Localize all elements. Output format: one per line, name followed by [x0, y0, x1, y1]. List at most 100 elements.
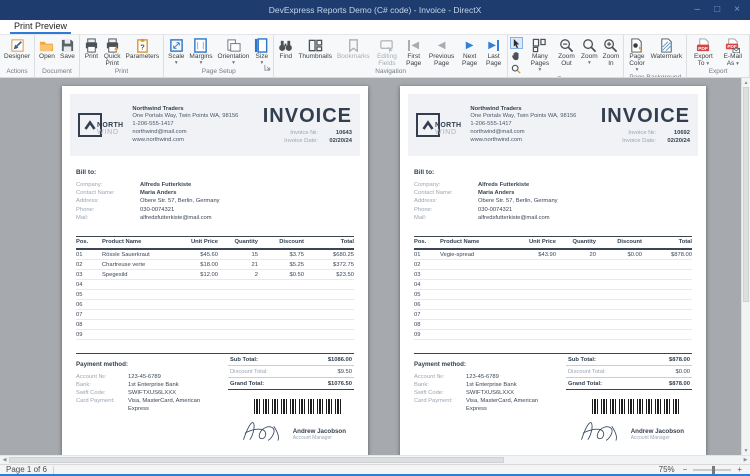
- company-website: www.northwind.com: [132, 137, 238, 145]
- cell-pos: 05: [76, 292, 102, 298]
- page-color-icon: [629, 37, 644, 53]
- designer-button[interactable]: Designer: [2, 36, 32, 60]
- scale-button[interactable]: Scale ▾: [166, 36, 186, 66]
- ribbon-group-document: Open Save Document: [35, 35, 80, 77]
- chevron-down-icon: ▾: [260, 61, 263, 66]
- signature-area: Andrew Jacobson Account Manager: [228, 415, 346, 443]
- thumbnails-button[interactable]: Thumbnails: [296, 36, 334, 60]
- zoom-button[interactable]: Zoom ▾: [579, 36, 600, 66]
- previous-page-button[interactable]: ◀ Previous Page: [426, 36, 457, 67]
- scroll-down-icon[interactable]: ▼: [742, 446, 750, 455]
- billto-company: Alfreds Futterkiste: [478, 181, 529, 189]
- zoom-decrease-button[interactable]: −: [681, 465, 690, 474]
- cursor-icon: [512, 38, 521, 49]
- first-page-button[interactable]: ◀ First Page: [402, 36, 425, 67]
- invoice-table-body: 01Vegie-spread$43.9020$0.00$878.00020304…: [414, 250, 692, 340]
- magnifier-tool-button[interactable]: [510, 63, 523, 75]
- open-button[interactable]: Open: [37, 36, 57, 60]
- cell-pos: 06: [414, 302, 440, 308]
- save-button[interactable]: Save: [58, 36, 77, 60]
- parameters-button[interactable]: ? Parameters: [124, 36, 162, 60]
- table-row: 01Vegie-spread$43.9020$0.00$878.00: [414, 250, 692, 260]
- billto-company: Alfreds Futterkiste: [140, 181, 191, 189]
- status-bar: Page 1 of 6 75% − +: [0, 464, 750, 476]
- invoice-bottom-section: Payment method: Account №:123-45-6789 Ba…: [76, 353, 354, 443]
- next-page-button[interactable]: ▶ Next Page: [458, 36, 481, 67]
- minimize-button[interactable]: –: [695, 5, 701, 15]
- cell-pos: 03: [76, 272, 102, 278]
- open-folder-icon: [39, 37, 54, 53]
- export-to-button[interactable]: PDF Export To ▾: [689, 36, 717, 67]
- page-color-button[interactable]: Page Color ▾: [626, 36, 647, 73]
- orientation-button[interactable]: Orientation ▾: [216, 36, 252, 66]
- designer-icon: [10, 37, 25, 53]
- hand-icon: [511, 51, 521, 61]
- many-pages-button[interactable]: Many Pages ▾: [526, 36, 554, 73]
- pointer-tool-button[interactable]: [510, 37, 523, 49]
- cell-total: $878.00: [642, 252, 692, 258]
- bookmarks-button[interactable]: Bookmarks: [335, 36, 372, 60]
- logo-text-top: NORTH: [97, 122, 123, 129]
- invoice-table-body: 01Rössle Sauerkraut$45.6015$3.75$680.250…: [76, 250, 354, 340]
- zoom-out-button[interactable]: Zoom Out: [555, 36, 578, 67]
- company-phone: 1-206-555-1417: [132, 121, 238, 129]
- table-row: 06: [414, 300, 692, 310]
- margins-button[interactable]: Margins ▾: [187, 36, 214, 66]
- zoom-tool-column: [510, 37, 523, 75]
- zoom-icon: [582, 37, 597, 53]
- company-info: Northwind Traders One Portals Way, Twin …: [132, 106, 238, 145]
- table-row: 08: [76, 320, 354, 330]
- hand-tool-button[interactable]: [510, 50, 523, 62]
- print-button[interactable]: Print: [82, 36, 101, 60]
- window-title: DevExpress Reports Demo (C# code) - Invo…: [269, 5, 482, 15]
- scale-icon: [169, 37, 184, 53]
- cell-pos: 02: [76, 262, 102, 268]
- scroll-right-icon[interactable]: ▶: [741, 456, 750, 464]
- cell-total: $680.25: [304, 252, 354, 258]
- zoom-slider-thumb[interactable]: [712, 466, 715, 474]
- scroll-up-icon[interactable]: ▲: [742, 78, 750, 87]
- find-button[interactable]: Find: [276, 36, 295, 60]
- editing-fields-icon: [379, 37, 394, 53]
- payment-bank: 1st Enterprise Bank: [128, 381, 179, 389]
- discount-total-row: Discount Total:$0.00: [566, 366, 692, 378]
- editing-fields-button[interactable]: Editing Fields: [372, 36, 401, 67]
- invoice-no-label: Invoice №:: [628, 129, 656, 137]
- document-preview-area[interactable]: NORTH WIND Northwind Traders One Portals…: [0, 78, 750, 455]
- zoom-out-icon: [559, 37, 574, 53]
- email-as-button[interactable]: PDF E-Mail As ▾: [719, 36, 747, 67]
- cell-pos: 01: [76, 252, 102, 258]
- close-button[interactable]: ×: [734, 5, 740, 15]
- tab-print-preview[interactable]: Print Preview: [10, 21, 71, 34]
- zoom-slider[interactable]: [693, 469, 731, 471]
- ribbon-group-page-setup: Scale ▾ Margins ▾ Orientation ▾ Size ▾: [164, 35, 274, 77]
- payment-card: Visa, MasterCard, American Express: [128, 397, 220, 413]
- last-page-icon: ▶: [488, 37, 499, 53]
- horizontal-scroll-thumb[interactable]: [9, 457, 504, 463]
- vertical-scroll-thumb[interactable]: [743, 87, 749, 302]
- vertical-scrollbar[interactable]: ▲ ▼: [741, 78, 750, 455]
- quick-print-button[interactable]: Quick Print: [102, 36, 123, 67]
- watermark-button[interactable]: Watermark: [649, 36, 685, 60]
- scroll-left-icon[interactable]: ◀: [0, 456, 9, 464]
- table-row: 02: [414, 260, 692, 270]
- zoom-in-button[interactable]: Zoom In: [601, 36, 622, 67]
- cell-discount: $5.25: [258, 262, 304, 268]
- last-page-button[interactable]: ▶ Last Page: [482, 36, 505, 67]
- cell-quantity: 21: [218, 262, 258, 268]
- grand-total-value: $878.00: [669, 381, 690, 387]
- invoice-table: Pos. Product Name Unit Price Quantity Di…: [414, 236, 692, 340]
- horizontal-scrollbar[interactable]: ◀ ▶: [0, 455, 750, 464]
- company-website: www.northwind.com: [470, 137, 576, 145]
- zoom-in-icon: [603, 37, 618, 53]
- maximize-button[interactable]: □: [714, 5, 720, 15]
- dialog-launcher-icon[interactable]: [264, 58, 271, 76]
- logo-text-bottom: WIND: [97, 129, 123, 136]
- parameters-clipboard-icon: ?: [135, 37, 150, 53]
- payment-method-section: Payment method: Account №:123-45-6789 Ba…: [76, 354, 228, 443]
- window-controls: – □ ×: [695, 0, 746, 20]
- cell-pos: 02: [414, 262, 440, 268]
- chevron-down-icon: ▾: [588, 61, 591, 66]
- cell-product: Chartreuse verte: [102, 262, 168, 268]
- zoom-increase-button[interactable]: +: [735, 465, 744, 474]
